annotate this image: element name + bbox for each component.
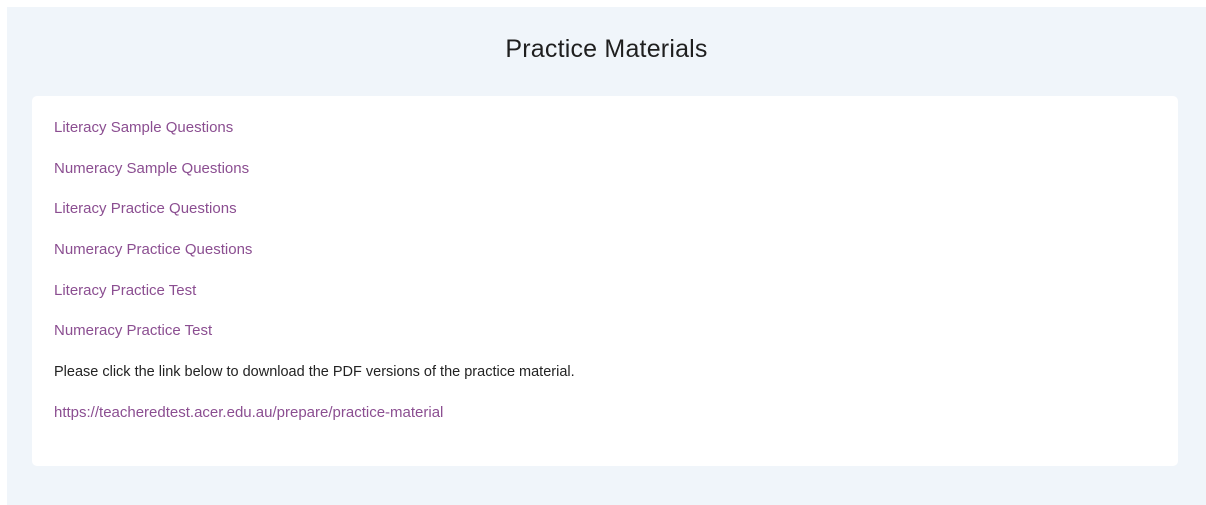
materials-list: Literacy Sample Questions Numeracy Sampl… [54,119,575,445]
literacy-practice-questions-link[interactable]: Literacy Practice Questions [54,200,237,217]
materials-card: Literacy Sample Questions Numeracy Sampl… [32,96,1178,466]
list-item: Literacy Practice Test [54,282,575,323]
page-title: Practice Materials [505,35,708,63]
practice-materials-panel: Practice Materials Literacy Sample Quest… [7,7,1206,505]
list-item: Numeracy Practice Questions [54,241,575,282]
list-item: Literacy Sample Questions [54,119,575,160]
list-item: Numeracy Practice Test [54,322,575,363]
download-instructions-text: Please click the link below to download … [54,364,575,381]
pdf-download-link[interactable]: https://teacheredtest.acer.edu.au/prepar… [54,404,443,421]
numeracy-sample-questions-link[interactable]: Numeracy Sample Questions [54,160,249,177]
list-item: https://teacheredtest.acer.edu.au/prepar… [54,404,575,445]
literacy-practice-test-link[interactable]: Literacy Practice Test [54,282,196,299]
literacy-sample-questions-link[interactable]: Literacy Sample Questions [54,119,233,136]
numeracy-practice-test-link[interactable]: Numeracy Practice Test [54,322,212,339]
list-item: Please click the link below to download … [54,363,575,404]
list-item: Literacy Practice Questions [54,200,575,241]
list-item: Numeracy Sample Questions [54,160,575,201]
numeracy-practice-questions-link[interactable]: Numeracy Practice Questions [54,241,252,258]
